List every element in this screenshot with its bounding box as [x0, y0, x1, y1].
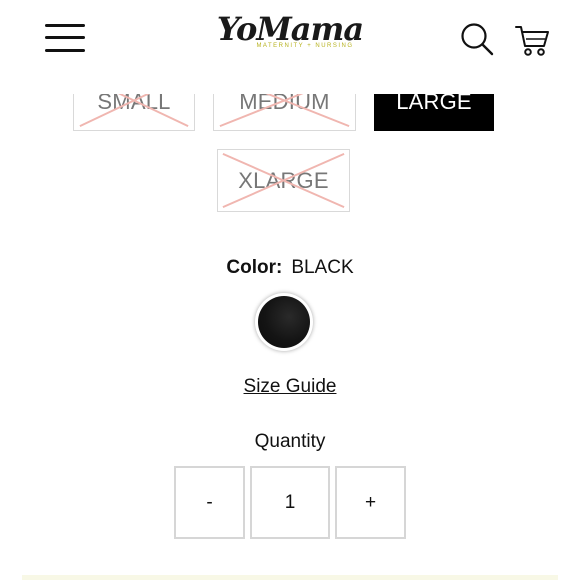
brand-logo[interactable]: YoMama MATERNITY + NURSING — [200, 12, 380, 56]
quantity-decrease-button[interactable]: - — [174, 466, 245, 539]
cart-icon[interactable] — [514, 22, 550, 58]
size-guide-link[interactable]: Size Guide — [244, 376, 337, 397]
color-selection-row: Color: BLACK — [0, 257, 580, 279]
size-option-label: XLARGE — [238, 167, 329, 193]
logo-wordmark: YoMama — [216, 10, 364, 48]
site-header: YoMama MATERNITY + NURSING — [0, 0, 580, 94]
product-options-page: SMALL MEDIUM LARGE XLARGE YoMama MATERNI… — [0, 0, 580, 580]
color-value: BLACK — [291, 257, 354, 278]
color-swatch-black[interactable] — [255, 293, 313, 351]
quantity-label: Quantity — [254, 431, 326, 452]
quantity-increase-button[interactable]: + — [335, 466, 406, 539]
search-icon[interactable] — [460, 22, 494, 56]
size-guide-row: Size Guide — [0, 376, 580, 398]
swatch-fill — [258, 296, 310, 348]
quantity-input[interactable]: 1 — [250, 466, 330, 539]
size-option-xlarge[interactable]: XLARGE — [217, 149, 350, 212]
menu-icon[interactable] — [45, 22, 85, 54]
color-label: Color: — [226, 257, 283, 278]
add-to-cart-bar-edge — [22, 575, 558, 580]
